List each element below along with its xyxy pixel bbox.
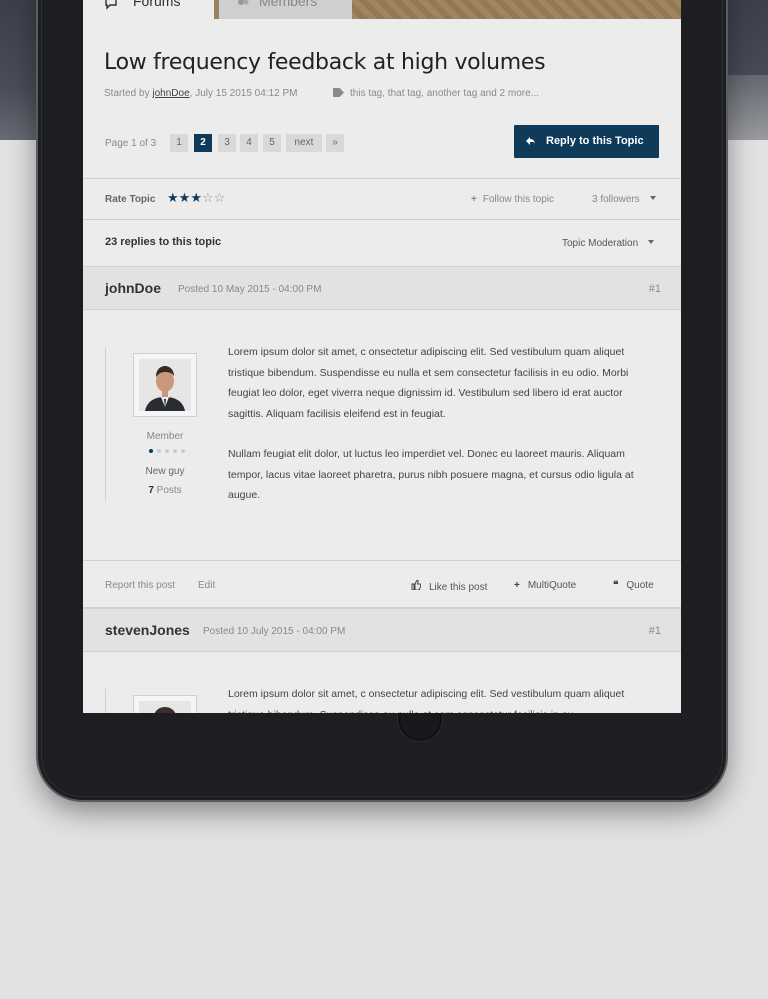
chat-icon [105, 0, 121, 17]
post-header: johnDoe Posted 10 May 2015 - 04:00 PM #1 [83, 266, 681, 310]
topic-date: , July 15 2015 04:12 PM [189, 88, 298, 99]
plus-icon: + [514, 580, 520, 591]
followers-dropdown[interactable]: 3 followers [592, 194, 656, 205]
plus-icon: + [471, 194, 477, 205]
post-username[interactable]: johnDoe [105, 280, 161, 296]
reply-button[interactable]: Reply to this Topic [514, 125, 659, 158]
post-body: Lorem ipsum dolor sit amet, c onsectetur… [228, 342, 638, 506]
quote-icon: ❝ [613, 580, 619, 591]
topic-tags: this tag, that tag, another tag and 2 mo… [333, 88, 539, 99]
page-of-label: Page 1 of 3 [105, 138, 157, 149]
user-role: Member [146, 431, 184, 442]
multiquote-button[interactable]: + MultiQuote [514, 580, 576, 591]
star-icon[interactable]: ★ [179, 191, 191, 206]
post-count-value: 7 [148, 485, 154, 496]
page-link-4[interactable]: 4 [240, 134, 258, 152]
rank-dots [147, 448, 187, 455]
quote-label: Quote [626, 580, 654, 591]
next-page-button[interactable]: next [286, 134, 322, 152]
post-paragraph: Lorem ipsum dolor sit amet, c onsectetur… [228, 688, 625, 713]
post-number[interactable]: #1 [649, 283, 661, 295]
tag-icon [333, 88, 344, 97]
thumbs-up-icon [411, 579, 422, 593]
star-icon[interactable]: ★ [167, 191, 179, 206]
last-page-button[interactable]: » [326, 134, 344, 152]
post-count-label: Posts [156, 485, 182, 496]
like-post-label: Like this post [429, 582, 488, 593]
page-link-2[interactable]: 2 [194, 134, 212, 152]
divider [83, 219, 681, 220]
follow-topic-button[interactable]: + Follow this topic [471, 194, 554, 205]
topic-meta: Started by johnDoe, July 15 2015 04:12 P… [104, 88, 298, 99]
post-date: Posted 10 May 2015 - 04:00 PM [178, 284, 322, 295]
replies-count: 23 replies to this topic [105, 236, 222, 248]
nav-tabs: Forums Members [83, 0, 681, 19]
page-link-5[interactable]: 5 [263, 134, 281, 152]
users-icon [235, 0, 251, 17]
like-post-button[interactable]: Like this post [411, 579, 488, 593]
tab-forums-label: Forums [133, 0, 181, 9]
star-empty-icon[interactable]: ☆ [202, 191, 214, 206]
post-number[interactable]: #1 [649, 625, 661, 637]
author-link[interactable]: johnDoe [152, 88, 189, 99]
avatar[interactable] [133, 353, 197, 417]
followers-count: 3 followers [592, 194, 640, 205]
page-link-1[interactable]: 1 [170, 134, 188, 152]
tab-members[interactable]: Members [219, 0, 352, 19]
follow-topic-label: Follow this topic [482, 194, 554, 205]
page-link-3[interactable]: 3 [218, 134, 236, 152]
avatar[interactable] [133, 695, 197, 713]
topic-title: Low frequency feedback at high volumes [104, 50, 546, 75]
post-date: Posted 10 July 2015 - 04:00 PM [203, 626, 346, 637]
user-info-divider [105, 689, 106, 713]
post-paragraph: Lorem ipsum dolor sit amet, c onsectetur… [228, 346, 629, 420]
user-info-divider [105, 348, 106, 501]
post-footer: Report this post Edit Like this post + Mu… [83, 560, 681, 608]
edit-post-link[interactable]: Edit [198, 580, 215, 591]
reply-arrow-icon [526, 137, 535, 145]
star-empty-icon[interactable]: ☆ [214, 191, 226, 206]
divider [83, 178, 681, 179]
tab-members-label: Members [259, 0, 318, 9]
star-rating[interactable]: ★★★☆☆ [167, 191, 225, 206]
star-icon[interactable]: ★ [190, 191, 202, 206]
multiquote-label: MultiQuote [527, 580, 577, 591]
chevron-down-icon [648, 240, 655, 244]
post-username[interactable]: stevenJones [105, 622, 190, 638]
avatar-photo [139, 701, 191, 713]
tags-list[interactable]: this tag, that tag, another tag and 2 mo… [350, 88, 539, 99]
tab-bar-pattern [352, 0, 681, 19]
chevron-down-icon [649, 196, 656, 200]
rate-topic-label: Rate Topic [105, 194, 156, 205]
report-post-link[interactable]: Report this post [105, 580, 175, 591]
tab-forums[interactable]: Forums [83, 0, 214, 19]
topic-moderation-label: Topic Moderation [562, 238, 639, 249]
reply-button-label: Reply to this Topic [546, 135, 644, 147]
forum-screen: Forums Members Low frequency feedback at… [83, 0, 681, 713]
topic-moderation-dropdown[interactable]: Topic Moderation [562, 238, 655, 249]
post-body: Lorem ipsum dolor sit amet, c onsectetur… [228, 684, 638, 713]
avatar-photo [139, 359, 191, 411]
user-post-count: 7 Posts [133, 485, 197, 496]
quote-button[interactable]: ❝ Quote [613, 580, 654, 591]
user-rank: New guy [145, 466, 185, 477]
post-paragraph: Nullam feugiat elit dolor, ut luctus leo… [228, 448, 634, 501]
started-by-label: Started by [104, 88, 150, 99]
post-header: stevenJones Posted 10 July 2015 - 04:00 … [83, 608, 681, 652]
